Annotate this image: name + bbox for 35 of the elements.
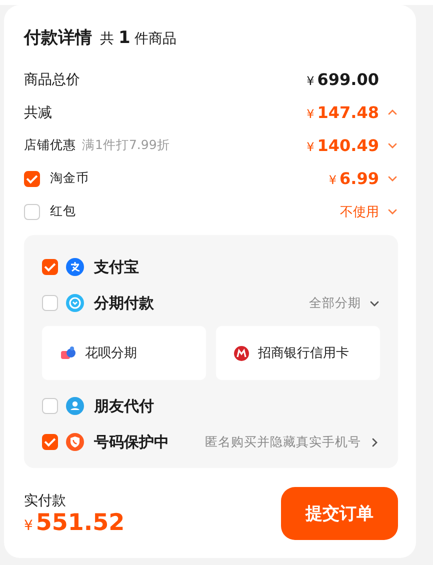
amount: 140.49	[317, 136, 379, 155]
amount: 147.48	[317, 103, 379, 122]
row-label: 共减	[24, 104, 52, 122]
currency-sign: ¥	[306, 74, 314, 88]
card-title: 付款详情	[24, 27, 92, 49]
currency-sign: ¥	[328, 173, 337, 187]
payment-method-label[interactable]: 分期付款	[94, 294, 154, 312]
payment-method-label[interactable]: 支付宝	[94, 258, 139, 276]
installment-choice[interactable]: 招商银行信用卡	[216, 326, 380, 380]
currency-sign: ¥	[306, 140, 314, 154]
payment-method-label[interactable]: 朋友代付	[94, 396, 154, 416]
total-label: 实付款	[24, 492, 67, 510]
row-label: 淘金币	[50, 170, 89, 187]
bank-logo-icon	[234, 346, 249, 360]
checkbox[interactable]	[42, 295, 58, 311]
person-icon	[66, 397, 84, 415]
row-label: 红包	[50, 203, 76, 220]
row-label: 商品总价	[24, 70, 80, 88]
currency-sign: ¥	[306, 107, 314, 121]
payment-method-label[interactable]: 号码保护中	[94, 432, 169, 452]
total-amount: 551.52	[36, 510, 125, 536]
checkbox[interactable]	[42, 259, 58, 275]
checkbox[interactable]	[42, 434, 58, 450]
shield-phone-icon	[66, 433, 84, 451]
checkbox[interactable]	[24, 204, 40, 220]
checkbox[interactable]	[24, 170, 40, 186]
currency-sign: ¥	[24, 518, 33, 534]
checkbox[interactable]	[42, 398, 58, 414]
discount-note: 满1件打7.99折	[82, 137, 170, 154]
amount: 699.00	[317, 70, 379, 89]
item-count: 共 1 件商品	[100, 28, 177, 48]
row-label: 店铺优惠	[24, 137, 76, 154]
installment-choice[interactable]: 花呗分期	[42, 326, 206, 380]
amount: 不使用	[340, 204, 379, 220]
amount: 6.99	[340, 169, 379, 188]
